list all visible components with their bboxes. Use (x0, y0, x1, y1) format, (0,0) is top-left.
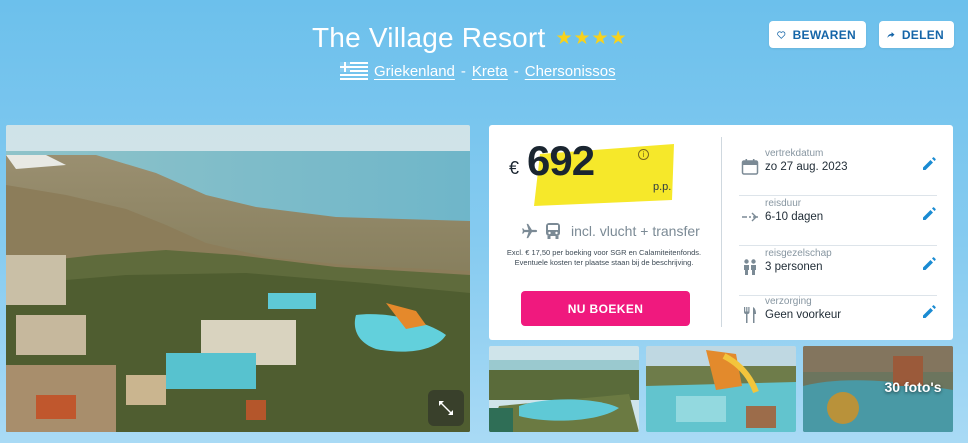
greece-flag-icon (340, 62, 368, 80)
more-photos-label[interactable]: 30 foto's (803, 346, 953, 432)
hero-photo[interactable] (6, 125, 470, 432)
detail-trip-duration[interactable]: reisduur 6-10 dagen (739, 195, 937, 244)
star-icon: ★ (573, 27, 591, 49)
detail-label: reisgezelschap (765, 248, 832, 259)
location-separator: - (513, 62, 519, 80)
detail-label: verzorging (765, 296, 812, 307)
people-icon (744, 259, 756, 275)
star-icon: ★ (555, 27, 573, 49)
location-region-link[interactable]: Kreta (472, 63, 508, 80)
calendar-icon (741, 159, 759, 175)
detail-board-type[interactable]: verzorging Geen voorkeur (739, 293, 937, 342)
detail-label: reisduur (765, 198, 802, 209)
detail-value: 6-10 dagen (765, 211, 824, 223)
pencil-icon[interactable] (921, 156, 937, 172)
save-button[interactable]: BEWAREN (769, 21, 866, 48)
heart-outline-icon (777, 30, 786, 39)
star-icon: ★ (591, 27, 609, 49)
inclusion-row: incl. vlucht + transfer (521, 222, 700, 240)
star-rating: ★ ★ ★ ★ (555, 29, 626, 48)
cutlery-icon (744, 307, 756, 323)
title-row: The Village Resort ★ ★ ★ ★ (312, 22, 627, 54)
expand-photo-button[interactable] (428, 390, 464, 426)
share-button-label: DELEN (901, 27, 944, 42)
card-divider (721, 137, 722, 327)
pool-photo-thumbnail (489, 346, 639, 432)
bus-icon (546, 223, 560, 239)
star-icon: ★ (609, 27, 627, 49)
booking-card: € 692 p.p. i incl. vlucht + transfer Exc… (489, 125, 953, 340)
detail-departure-date[interactable]: vertrekdatum zo 27 aug. 2023 (739, 145, 937, 194)
price-value: 692 (527, 137, 595, 184)
gallery-thumbnail[interactable] (646, 346, 796, 432)
price-info-icon[interactable]: i (638, 149, 649, 160)
detail-value: 3 personen (765, 261, 823, 273)
detail-travel-party[interactable]: reisgezelschap 3 personen (739, 245, 937, 294)
price-fine-print: Excl. € 17,50 per boeking voor SGR en Ca… (506, 248, 702, 267)
pencil-icon[interactable] (921, 206, 937, 222)
detail-value: Geen voorkeur (765, 309, 842, 321)
hotel-header: The Village Resort ★ ★ ★ ★ Griekenland -… (0, 0, 968, 120)
location-country-link[interactable]: Griekenland (374, 63, 455, 80)
waterpark-photo-thumbnail (646, 346, 796, 432)
location-breadcrumb: Griekenland - Kreta - Chersonissos (340, 62, 616, 80)
detail-label: vertrekdatum (765, 148, 824, 159)
price-per-person: p.p. (653, 181, 672, 193)
share-button[interactable]: DELEN (879, 21, 954, 48)
hotel-name: The Village Resort (312, 22, 546, 53)
detail-value: zo 27 aug. 2023 (765, 161, 848, 173)
location-city-link[interactable]: Chersonissos (525, 63, 616, 80)
book-now-button[interactable]: NU BOEKEN (521, 291, 690, 326)
price-currency: € (509, 158, 520, 178)
gallery-thumbnail[interactable] (489, 346, 639, 432)
flight-duration-icon (742, 212, 758, 222)
pencil-icon[interactable] (921, 256, 937, 272)
pencil-icon[interactable] (921, 304, 937, 320)
share-arrow-icon (887, 31, 895, 38)
resort-aerial-image (6, 125, 470, 432)
save-button-label: BEWAREN (792, 27, 856, 42)
plane-icon (522, 223, 538, 239)
expand-arrows-icon (439, 401, 453, 415)
location-separator: - (460, 62, 466, 80)
gallery-thumbnail-more[interactable]: 30 foto's (803, 346, 953, 432)
inclusion-text: incl. vlucht + transfer (571, 223, 700, 239)
